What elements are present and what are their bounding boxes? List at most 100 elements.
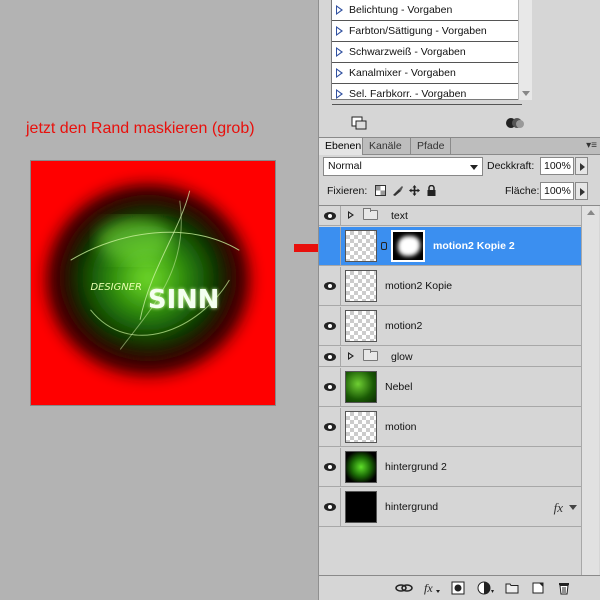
layer-motion2-kopie[interactable]: motion2 Kopie [319,267,581,306]
layer-group-text[interactable]: text [319,206,581,226]
tab-pfade[interactable]: Pfade [411,138,451,155]
layers-list: text motion2 Kopie 2 motion2 Kopie motio… [319,205,600,576]
scroll-up-icon[interactable] [587,210,595,215]
fill-label: Fläche: [505,185,540,197]
expand-triangle-icon[interactable] [348,352,354,360]
folder-icon [363,349,378,361]
lock-position-icon[interactable] [409,185,420,196]
layer-nebel[interactable]: Nebel [319,368,581,407]
panel-menu-icon[interactable]: ▾≡ [586,140,597,151]
layer-motion2[interactable]: motion2 [319,307,581,346]
blend-mode-select[interactable]: Normal [323,157,483,176]
eye-icon [323,211,336,220]
visibility-toggle[interactable] [319,227,341,265]
layer-hintergrund-2[interactable]: hintergrund 2 [319,448,581,487]
expand-triangle-icon [336,47,343,57]
mask-icon[interactable] [451,581,465,595]
adjustments-preset-list: Belichtung - Vorgaben Farbton/Sättigung … [331,0,532,105]
expand-triangle-icon [336,26,343,36]
layer-hintergrund[interactable]: hintergrund fx [319,488,581,527]
adjustment-item[interactable]: Schwarzweiß - Vorgaben [332,42,522,63]
layer-name: hintergrund 2 [385,461,447,473]
visibility-toggle[interactable] [319,408,341,446]
visibility-toggle[interactable] [319,267,341,305]
adjustment-item[interactable]: Kanalmixer - Vorgaben [332,63,522,84]
layers-panel-tabs: Ebenen Kanäle Pfade ▾≡ [319,137,600,155]
lock-all-icon[interactable] [426,185,437,196]
mask-link-icon[interactable] [381,242,387,250]
layer-thumbnail [345,270,377,302]
lock-pixels-icon[interactable] [392,185,403,196]
eye-icon [323,423,336,431]
expand-triangle-icon [336,5,343,15]
blend-row: Normal Deckkraft: 100% [319,157,600,179]
eye-icon [323,352,336,361]
scroll-down-icon[interactable] [522,91,530,96]
adjustment-item[interactable]: Belichtung - Vorgaben [332,0,522,21]
visibility-toggle[interactable] [319,206,341,225]
layers-scrollbar[interactable] [581,206,599,576]
eye-icon [323,383,336,391]
clip-to-layer-icon[interactable] [505,116,525,130]
adjustment-item[interactable]: Farbton/Sättigung - Vorgaben [332,21,522,42]
chevron-down-icon[interactable] [569,505,577,510]
visibility-toggle[interactable] [319,448,341,486]
visibility-toggle[interactable] [319,488,341,526]
eye-icon [323,503,336,511]
opacity-label: Deckkraft: [487,160,535,172]
visibility-toggle[interactable] [319,368,341,406]
adjustment-label: Farbton/Sättigung - Vorgaben [349,25,487,37]
adjustment-label: Kanalmixer - Vorgaben [349,67,456,79]
folder-icon[interactable] [505,581,519,595]
layer-name: motion2 Kopie [385,280,453,292]
layer-motion[interactable]: motion [319,408,581,447]
folder-icon [363,208,378,220]
new-layer-icon[interactable] [531,581,545,595]
opacity-slider-arrow-icon[interactable] [575,157,588,175]
layer-thumbnail [345,451,377,483]
adjustment-item[interactable]: Sel. Farbkorr. - Vorgaben [332,84,522,105]
visibility-toggle[interactable] [319,307,341,345]
eye-icon [323,322,336,330]
layer-thumbnail [345,371,377,403]
fill-input[interactable]: 100% [540,182,574,200]
eye-icon [323,282,336,290]
return-to-layer-icon[interactable] [351,116,367,130]
lock-transparency-icon[interactable] [375,185,386,196]
layer-name: motion2 Kopie 2 [433,240,515,252]
fx-icon[interactable]: fx [423,581,441,595]
layer-thumbnail [345,310,377,342]
layer-thumbnail [345,411,377,443]
expand-triangle-icon[interactable] [348,211,354,219]
tab-kanaele[interactable]: Kanäle [363,138,411,155]
layer-name: motion [385,421,417,433]
fx-icon[interactable]: fx [554,500,563,516]
adjustment-label: Belichtung - Vorgaben [349,4,453,16]
layer-group-glow[interactable]: glow [319,347,581,367]
expand-triangle-icon [336,68,343,78]
layer-thumbnail [345,491,377,523]
layer-name: Nebel [385,381,413,393]
adjustment-label: Schwarzweiß - Vorgaben [349,46,466,58]
trash-icon[interactable] [557,581,571,595]
chevron-down-icon [470,165,478,170]
adjustments-footer [319,108,600,132]
photoshop-panels: Belichtung - Vorgaben Farbton/Sättigung … [318,0,600,600]
layer-motion2-kopie-2[interactable]: motion2 Kopie 2 [319,227,581,266]
layer-thumbnail [345,230,377,262]
opacity-input[interactable]: 100% [540,157,574,175]
tab-ebenen[interactable]: Ebenen [319,138,363,155]
lock-row: Fixieren: Fläche: 100% [319,181,600,203]
layer-name: text [391,209,408,222]
tutorial-caption: jetzt den Rand maskieren (grob) [26,120,255,137]
fill-slider-arrow-icon[interactable] [575,182,588,200]
adjustments-scrollbar[interactable] [518,0,532,100]
artwork-image: DESIGNER SINN SINN [31,161,275,405]
adjustment-icon[interactable] [477,581,495,595]
visibility-toggle[interactable] [319,347,341,366]
layer-mask-thumbnail[interactable] [391,230,425,262]
svg-text:fx: fx [424,581,433,595]
lock-label: Fixieren: [327,185,368,197]
layer-name: glow [391,350,413,363]
link-icon[interactable] [395,581,413,595]
